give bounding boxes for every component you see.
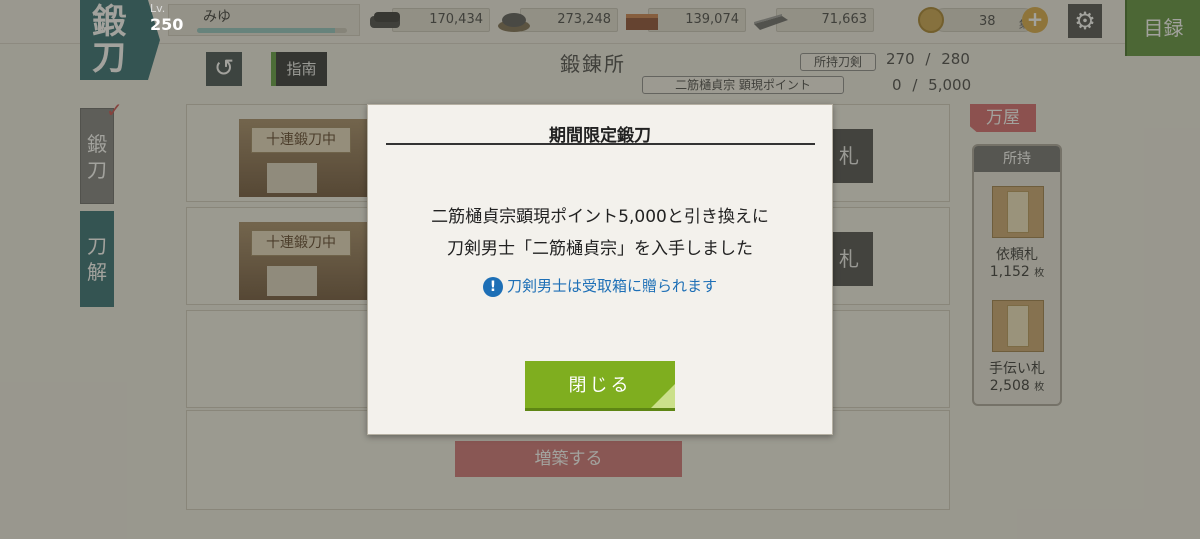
- dialog-message: 二筋樋貞宗顕現ポイント5,000と引き換えに 刀剣男士「二筋樋貞宗」を入手しまし…: [368, 201, 832, 265]
- dialog-message-line: 二筋樋貞宗顕現ポイント5,000と引き換えに: [431, 207, 769, 227]
- dialog-message-line: 刀剣男士「二筋樋貞宗」を入手しました: [447, 239, 753, 259]
- divider: [386, 143, 815, 145]
- info-icon: !: [482, 276, 503, 297]
- dialog-note-text: 刀剣男士は受取箱に贈られます: [506, 277, 717, 295]
- close-button-label: 閉じる: [568, 375, 632, 396]
- level-label: Lv.: [150, 2, 166, 15]
- level-indicator: Lv. 250: [150, 2, 200, 34]
- dialog-note: ! 刀剣男士は受取箱に贈られます: [368, 275, 832, 297]
- level-value: 250: [150, 15, 184, 34]
- close-button[interactable]: 閉じる: [525, 361, 675, 411]
- limited-forge-dialog: 期間限定鍛刀 二筋樋貞宗顕現ポイント5,000と引き換えに 刀剣男士「二筋樋貞宗…: [367, 104, 833, 435]
